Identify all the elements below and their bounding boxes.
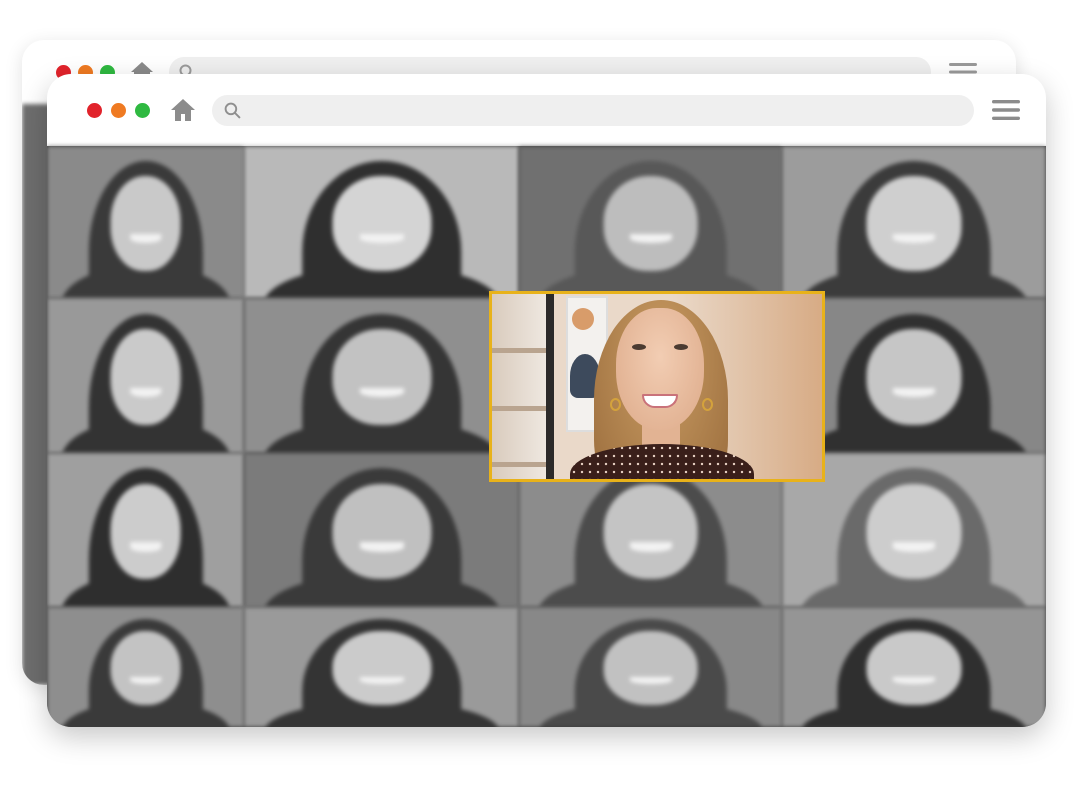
participant-tile[interactable] <box>782 607 1046 727</box>
home-icon[interactable] <box>170 97 196 123</box>
browser-window <box>47 74 1046 727</box>
participant-tile[interactable] <box>244 453 519 607</box>
window-controls <box>87 102 150 118</box>
minimize-button[interactable] <box>111 102 126 118</box>
browser-toolbar <box>47 74 1046 146</box>
shelf <box>492 406 548 411</box>
active-speaker-tile[interactable] <box>489 291 825 482</box>
participant-tile[interactable] <box>519 607 782 727</box>
participant-tile[interactable] <box>47 146 244 298</box>
earring <box>702 398 713 411</box>
speaker-eye <box>674 344 688 350</box>
shelf <box>492 348 548 353</box>
stage <box>0 0 1080 785</box>
participant-tile[interactable] <box>519 146 782 298</box>
close-button[interactable] <box>87 102 102 118</box>
participant-tile[interactable] <box>782 146 1046 298</box>
doorframe <box>546 294 554 479</box>
participant-tile[interactable] <box>47 298 244 453</box>
speaker-face <box>616 308 704 430</box>
shelf <box>492 462 548 467</box>
participant-tile[interactable] <box>47 607 244 727</box>
participant-tile[interactable] <box>47 453 244 607</box>
participant-tile[interactable] <box>244 298 519 453</box>
participant-tile[interactable] <box>244 607 519 727</box>
earring <box>610 398 621 411</box>
speaker-background <box>492 294 552 479</box>
maximize-button[interactable] <box>135 102 150 118</box>
speaker-eye <box>632 344 646 350</box>
participant-tile[interactable] <box>244 146 519 298</box>
hamburger-menu-icon[interactable] <box>992 99 1020 121</box>
search-icon <box>224 102 241 119</box>
address-bar[interactable] <box>212 94 974 126</box>
